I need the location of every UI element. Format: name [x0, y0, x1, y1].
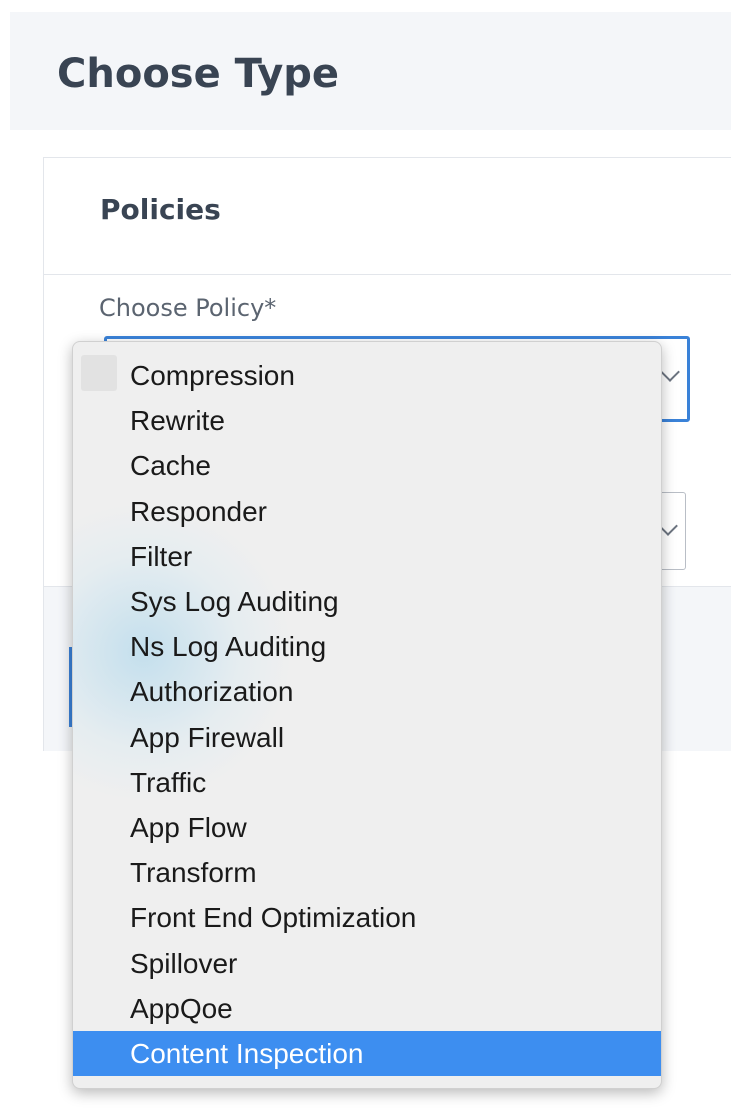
- dropdown-option[interactable]: Traffic: [73, 760, 661, 805]
- dropdown-option[interactable]: Transform: [73, 850, 661, 895]
- dropdown-option[interactable]: Rewrite: [73, 398, 661, 443]
- dropdown-option[interactable]: Responder: [73, 489, 661, 534]
- dropdown-option[interactable]: Filter: [73, 534, 661, 579]
- dropdown-option[interactable]: Compression: [73, 353, 661, 398]
- choose-policy-label: Choose Policy*: [99, 294, 277, 322]
- dropdown-option[interactable]: Content Inspection: [73, 1031, 661, 1076]
- dropdown-option[interactable]: App Flow: [73, 805, 661, 850]
- page-header: Choose Type: [10, 12, 731, 130]
- dropdown-option[interactable]: Cache: [73, 443, 661, 488]
- dropdown-option[interactable]: AppQoe: [73, 986, 661, 1031]
- panel-title: Policies: [100, 193, 221, 226]
- dropdown-option[interactable]: Authorization: [73, 669, 661, 714]
- policy-dropdown-menu[interactable]: Compression Rewrite Cache Responder Filter Sy…: [72, 341, 662, 1089]
- dropdown-option[interactable]: Spillover: [73, 941, 661, 986]
- dropdown-option[interactable]: Ns Log Auditing: [73, 624, 661, 669]
- dropdown-option[interactable]: Front End Optimization: [73, 895, 661, 940]
- chevron-down-icon: [660, 362, 680, 382]
- panel-header: Policies: [44, 158, 731, 275]
- dropdown-option[interactable]: Sys Log Auditing: [73, 579, 661, 624]
- page-title: Choose Type: [57, 51, 340, 97]
- dropdown-option[interactable]: App Firewall: [73, 715, 661, 760]
